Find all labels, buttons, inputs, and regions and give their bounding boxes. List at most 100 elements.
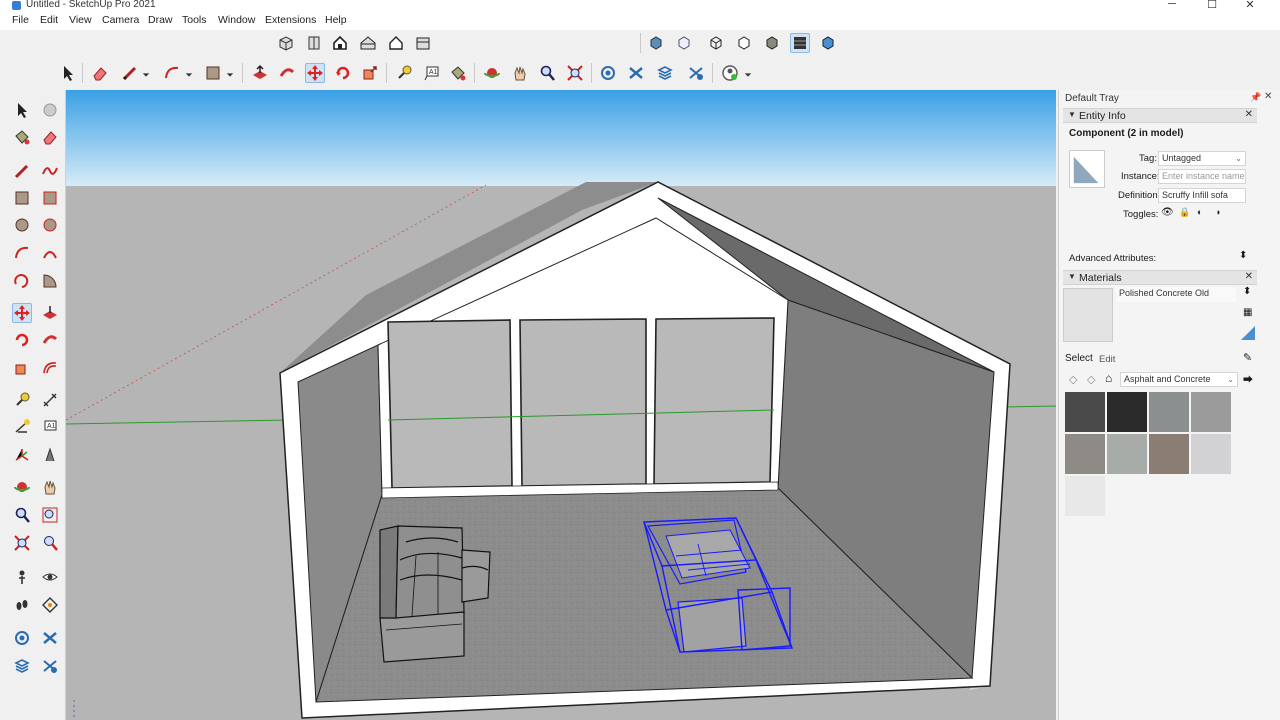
arc-tool-icon[interactable] (12, 243, 32, 263)
left-view-icon[interactable] (413, 33, 433, 53)
previous-view-tool-icon[interactable] (40, 533, 60, 553)
look-around-tool-icon[interactable] (40, 567, 60, 587)
back-view-icon[interactable] (386, 33, 406, 53)
walk-tool-icon[interactable] (12, 595, 32, 615)
eraser-tool-icon[interactable] (40, 127, 60, 147)
zoom-window-tool-icon[interactable] (40, 505, 60, 525)
menu-help[interactable]: Help (325, 14, 347, 26)
right-view-icon[interactable] (358, 33, 378, 53)
tab-edit[interactable]: Edit (1099, 354, 1115, 365)
collapse-triangle-icon[interactable]: ▼ (1068, 110, 1076, 119)
eraser-tool-icon[interactable] (90, 63, 110, 83)
shaded-style-icon[interactable] (762, 33, 782, 53)
follow-me-tool-icon[interactable] (40, 330, 60, 350)
menu-extensions[interactable]: Extensions (265, 14, 316, 26)
menu-camera[interactable]: Camera (102, 14, 139, 26)
cast-shadows-icon[interactable]: ◐ (1197, 207, 1202, 217)
close-tray-icon[interactable]: ✕ (1264, 91, 1272, 102)
material-swatch[interactable] (1107, 434, 1147, 474)
pie-tool-icon[interactable] (40, 271, 60, 291)
3point-arc-tool-icon[interactable] (12, 271, 32, 291)
push-pull-tool-icon[interactable] (250, 63, 270, 83)
model-materials-icon[interactable]: ⬍ (1243, 286, 1251, 297)
model-viewport[interactable] (66, 90, 1056, 720)
select-tool-icon[interactable] (58, 63, 78, 83)
layout-icon[interactable] (655, 63, 675, 83)
pan-tool-icon[interactable] (40, 477, 60, 497)
wireframe-style-icon[interactable] (706, 33, 726, 53)
account-icon[interactable] (720, 63, 740, 83)
receive-shadows-icon[interactable]: ◑ (1215, 207, 1220, 217)
paint-bucket-tool-icon[interactable] (12, 127, 32, 147)
rotated-rectangle-tool-icon[interactable] (40, 188, 60, 208)
shaded-textures-style-icon[interactable] (790, 33, 810, 53)
pin-icon[interactable]: 📌 (1250, 92, 1261, 103)
home-icon[interactable]: ⌂ (1105, 371, 1112, 385)
chevron-down-icon[interactable] (183, 65, 195, 85)
section-plane-tool-icon[interactable] (40, 595, 60, 615)
chevron-down-icon[interactable] (140, 65, 152, 85)
create-material-icon[interactable]: ▦ (1243, 307, 1252, 318)
material-swatch[interactable] (1065, 392, 1105, 432)
menu-window[interactable]: Window (218, 14, 255, 26)
definition-input[interactable]: Scruffy Infill sofa (1158, 188, 1246, 203)
scale-tool-icon[interactable] (360, 63, 380, 83)
zoom-tool-icon[interactable] (12, 505, 32, 525)
rectangle-tool-icon[interactable] (12, 188, 32, 208)
instance-input[interactable]: Enter instance name (1158, 169, 1246, 184)
zoom-tool-icon[interactable] (537, 63, 557, 83)
3d-warehouse-icon[interactable] (12, 628, 32, 648)
minimize-button[interactable]: ─ (1164, 0, 1180, 12)
lock-icon[interactable]: 🔒 (1179, 207, 1190, 218)
protractor-tool-icon[interactable] (12, 417, 32, 437)
attributes-icon[interactable]: ⬍ (1239, 250, 1247, 261)
orbit-tool-icon[interactable] (482, 63, 502, 83)
visibility-eye-icon[interactable]: 👁 (1161, 207, 1174, 218)
2point-arc-tool-icon[interactable] (40, 243, 60, 263)
extension-manager-icon[interactable] (40, 656, 60, 676)
close-panel-icon[interactable]: ✕ (1245, 271, 1253, 282)
material-swatch[interactable] (1065, 434, 1105, 474)
extension-manager-icon[interactable] (686, 63, 706, 83)
zoom-extents-tool-icon[interactable] (12, 533, 32, 553)
front-view-icon[interactable] (330, 33, 350, 53)
materials-header[interactable]: ▼ Materials ✕ (1063, 270, 1257, 285)
xray-style-icon[interactable] (646, 33, 666, 53)
menu-edit[interactable]: Edit (40, 14, 58, 26)
dimension-tool-icon[interactable] (40, 390, 60, 410)
pan-tool-icon[interactable] (510, 63, 530, 83)
tag-select[interactable]: Untagged ⌄ (1158, 151, 1246, 166)
material-swatch[interactable] (1065, 476, 1105, 516)
entity-info-header[interactable]: ▼ Entity Info ✕ (1063, 108, 1257, 123)
close-button[interactable]: ✕ (1242, 0, 1258, 12)
zoom-extents-tool-icon[interactable] (565, 63, 585, 83)
details-arrow-icon[interactable]: ⮕ (1243, 371, 1253, 386)
3d-warehouse-icon[interactable] (598, 63, 618, 83)
tab-select[interactable]: Select (1065, 353, 1093, 364)
maximize-button[interactable]: ☐ (1204, 0, 1220, 12)
tape-measure-tool-icon[interactable] (394, 63, 414, 83)
paint-bucket-tool-icon[interactable] (448, 63, 468, 83)
text-tool-icon[interactable]: A1 (422, 63, 442, 83)
back-arrow-icon[interactable]: ◇ (1069, 373, 1077, 386)
menu-file[interactable]: File (12, 14, 29, 26)
3d-text-tool-icon[interactable] (40, 445, 60, 465)
close-panel-icon[interactable]: ✕ (1245, 109, 1253, 120)
make-component-tool-icon[interactable] (40, 100, 60, 120)
move-tool-icon[interactable] (305, 63, 325, 83)
arc-tool-icon[interactable] (162, 63, 182, 83)
material-swatch[interactable] (1149, 434, 1189, 474)
move-tool-icon[interactable] (12, 303, 32, 323)
monochrome-style-icon[interactable] (818, 33, 838, 53)
scale-tool-icon[interactable] (12, 358, 32, 378)
default-material-icon[interactable] (1241, 326, 1255, 340)
rotate-tool-icon[interactable] (12, 330, 32, 350)
menu-tools[interactable]: Tools (182, 14, 207, 26)
hiddenline-style-icon[interactable] (734, 33, 754, 53)
menu-view[interactable]: View (69, 14, 92, 26)
text-tool-icon[interactable]: A1 (40, 417, 60, 437)
layout-icon[interactable] (12, 656, 32, 676)
rectangle-tool-icon[interactable] (203, 63, 223, 83)
chevron-down-icon[interactable] (742, 65, 754, 85)
collection-select[interactable]: Asphalt and Concrete ⌄ (1120, 372, 1238, 387)
